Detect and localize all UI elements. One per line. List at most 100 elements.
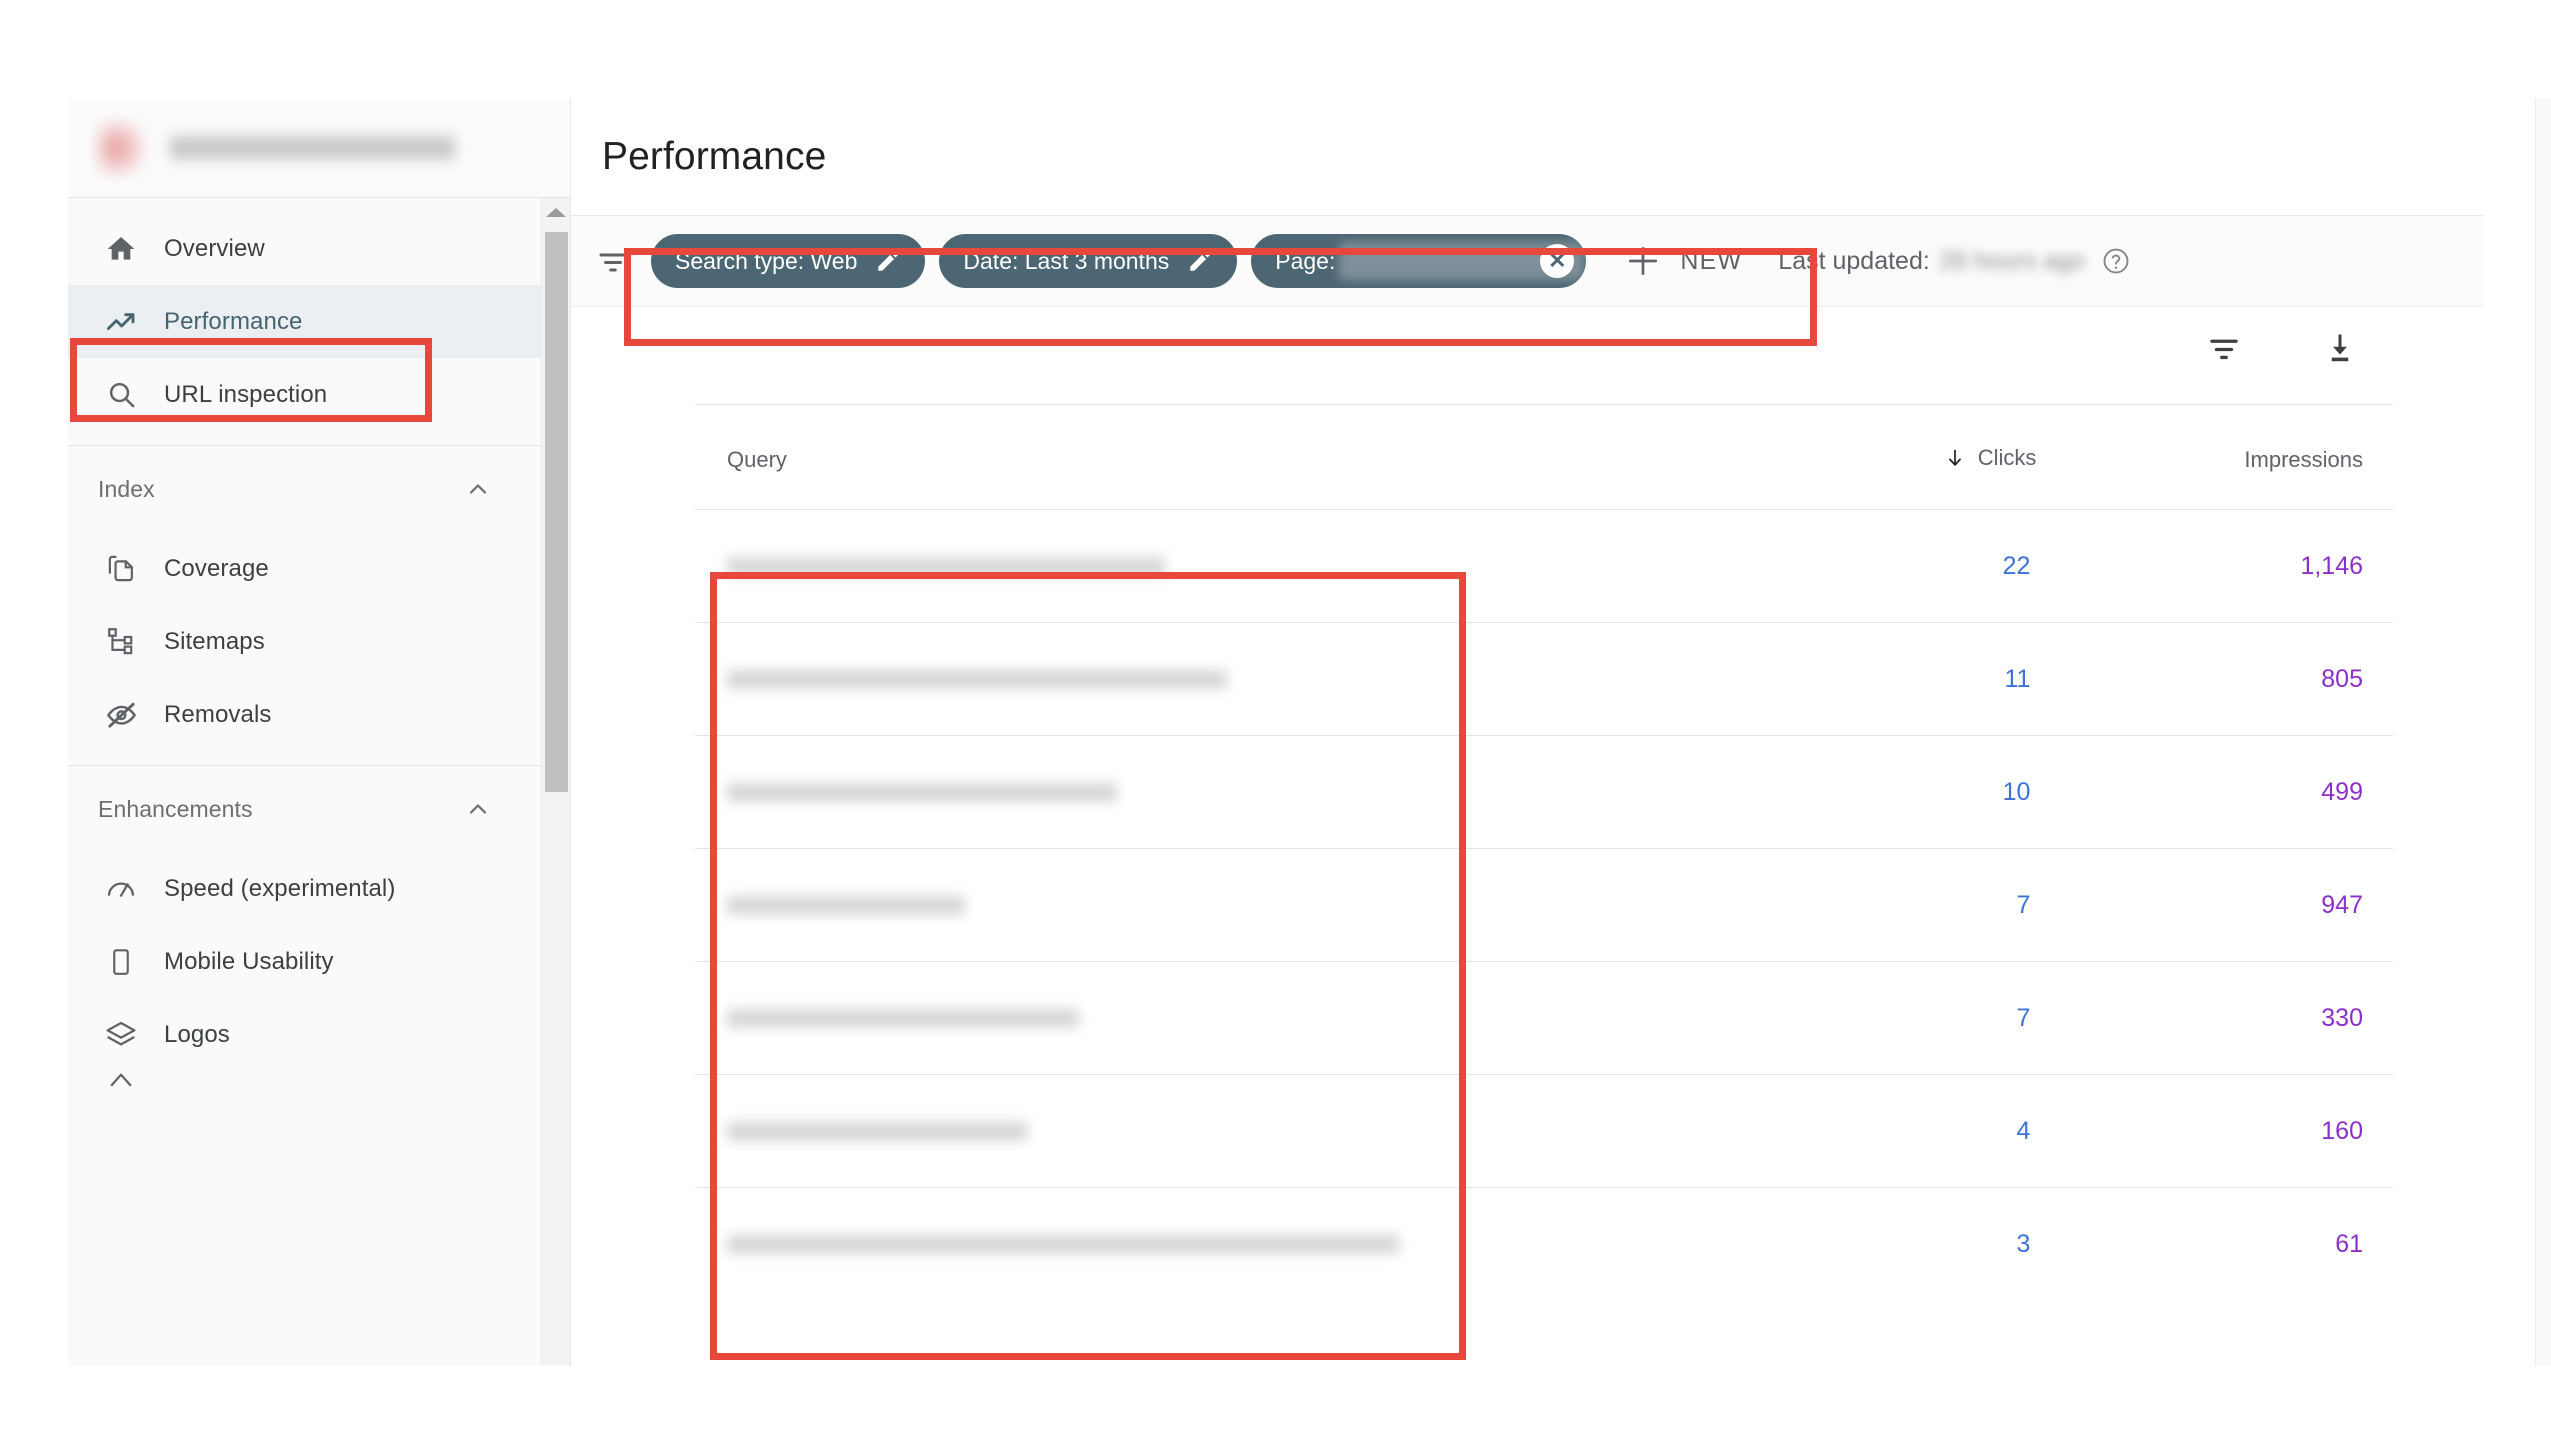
table-row[interactable]: 7 330 [695, 961, 2393, 1075]
pages-copy-icon [98, 553, 144, 584]
app-root: Overview Performance URL inspection Inde… [0, 0, 2551, 1451]
sidebar-item-label: Sitemaps [164, 627, 265, 655]
column-header-label: Query [727, 447, 787, 472]
chip-label: Search type: Web [675, 247, 858, 274]
last-updated-label: Last updated: [1778, 246, 1930, 275]
page-header: Performance [571, 98, 2483, 216]
speedometer-icon [98, 873, 144, 905]
chip-page-filter[interactable]: Page: ✕ [1251, 234, 1587, 288]
table-toolbar [695, 307, 2393, 405]
main-content: Performance Search type: Web Date: Last … [571, 98, 2483, 1366]
query-text-redacted [727, 1231, 1399, 1258]
cell-clicks: 3 [1662, 1187, 2037, 1301]
table-row[interactable]: 10 499 [695, 735, 2393, 849]
query-text-redacted [727, 892, 965, 918]
new-filter-button[interactable]: NEW [1624, 242, 1742, 280]
cell-clicks: 10 [1662, 735, 2037, 849]
sidebar-item-overview[interactable]: Overview [68, 212, 570, 285]
filter-list-icon[interactable] [589, 243, 637, 279]
table-row[interactable]: 22 1,146 [695, 509, 2393, 623]
property-logo-icon [98, 119, 144, 176]
sidebar-item-label: Removals [164, 700, 272, 728]
chip-label: Date: Last 3 months [963, 247, 1170, 274]
cell-query[interactable] [695, 1187, 1663, 1301]
eye-off-icon [98, 698, 144, 731]
sidebar-section-enhancements[interactable]: Enhancements [68, 766, 570, 852]
sidebar-scrollbar[interactable] [541, 198, 570, 1365]
sidebar-item-label: Coverage [164, 554, 269, 582]
cell-clicks: 7 [1662, 961, 2037, 1075]
chip-search-type[interactable]: Search type: Web [651, 234, 926, 288]
query-text-redacted [727, 1118, 1027, 1144]
pencil-icon[interactable] [1187, 248, 1213, 274]
cell-query[interactable] [695, 622, 1663, 736]
download-icon[interactable] [2317, 325, 2363, 371]
table-row[interactable]: 7 947 [695, 848, 2393, 962]
content-scrollbar[interactable] [2535, 98, 2551, 1366]
sidebar-item-logos[interactable]: Logos [68, 998, 570, 1071]
table-row[interactable]: 4 160 [695, 1074, 2393, 1188]
column-header-query[interactable]: Query [695, 405, 1663, 510]
filter-chips: Search type: Web Date: Last 3 months Pag… [651, 234, 1587, 288]
column-header-label: Clicks [1977, 445, 2037, 470]
sidebar: Overview Performance URL inspection Inde… [68, 98, 571, 1366]
performance-table-container: Query Clicks Impressions 22 1,146 11 805… [571, 307, 2483, 1366]
cell-clicks: 22 [1662, 509, 2037, 623]
table-row[interactable]: 3 61 [695, 1187, 2393, 1301]
page-title: Performance [602, 134, 827, 178]
table-header-row: Query Clicks Impressions [695, 405, 2393, 510]
sidebar-item-coverage[interactable]: Coverage [68, 532, 570, 605]
cell-impressions: 61 [2036, 1187, 2393, 1301]
property-name-redacted [170, 130, 455, 165]
sidebar-item-removals[interactable]: Removals [68, 678, 570, 751]
performance-table: Query Clicks Impressions 22 1,146 11 805… [695, 405, 2393, 1301]
property-selector[interactable] [68, 98, 570, 198]
sidebar-scrollbar-thumb[interactable] [545, 232, 568, 792]
cell-impressions: 1,146 [2036, 509, 2393, 623]
column-header-impressions[interactable]: Impressions [2036, 405, 2393, 510]
cell-impressions: 947 [2036, 848, 2393, 962]
cell-query[interactable] [695, 848, 1663, 962]
query-text-redacted [727, 779, 1117, 805]
sidebar-item-label: Speed (experimental) [164, 874, 396, 902]
column-header-label: Impressions [2244, 447, 2363, 472]
cell-query[interactable] [695, 735, 1663, 849]
sidebar-section-index[interactable]: Index [68, 446, 570, 532]
sidebar-nav-scroll: Overview Performance URL inspection Inde… [68, 198, 570, 1365]
cell-query[interactable] [695, 509, 1663, 623]
cell-impressions: 160 [2036, 1074, 2393, 1188]
sidebar-item-label: Logos [164, 1020, 230, 1048]
cell-impressions: 330 [2036, 961, 2393, 1075]
sidebar-item-speed[interactable]: Speed (experimental) [68, 852, 570, 925]
sitemap-tree-icon [98, 626, 144, 657]
query-text-redacted [727, 666, 1227, 692]
cell-clicks: 11 [1662, 622, 2037, 736]
cell-clicks: 4 [1662, 1074, 2037, 1188]
arrow-down-icon [1944, 447, 1966, 469]
sidebar-item-partial[interactable] [68, 1071, 570, 1111]
cell-impressions: 499 [2036, 735, 2393, 849]
chip-date-range[interactable]: Date: Last 3 months [939, 234, 1238, 288]
cell-impressions: 805 [2036, 622, 2393, 736]
sidebar-item-sitemaps[interactable]: Sitemaps [68, 605, 570, 678]
last-updated-value: 28 hours ago [1938, 246, 2085, 275]
table-row[interactable]: 11 805 [695, 622, 2393, 736]
last-updated: Last updated: 28 hours ago [1778, 246, 2130, 276]
chevron-up-icon[interactable] [464, 475, 492, 503]
cell-clicks: 7 [1662, 848, 2037, 962]
filter-list-icon[interactable] [2201, 325, 2247, 371]
scroll-up-arrow-icon[interactable] [546, 208, 566, 217]
cell-query[interactable] [695, 1074, 1663, 1188]
trending-up-icon [98, 306, 144, 338]
chevron-up-icon[interactable] [464, 795, 492, 823]
filter-bar: Search type: Web Date: Last 3 months Pag… [571, 216, 2483, 307]
column-header-clicks[interactable]: Clicks [1663, 405, 2037, 510]
sidebar-item-performance[interactable]: Performance [68, 285, 570, 358]
sidebar-item-url-inspection[interactable]: URL inspection [68, 358, 570, 431]
pencil-icon[interactable] [875, 248, 901, 274]
sidebar-section-label: Enhancements [98, 795, 253, 822]
help-circle-icon[interactable] [2101, 246, 2131, 276]
sidebar-item-mobile-usability[interactable]: Mobile Usability [68, 925, 570, 998]
mobile-phone-icon [98, 947, 144, 977]
cell-query[interactable] [695, 961, 1663, 1075]
